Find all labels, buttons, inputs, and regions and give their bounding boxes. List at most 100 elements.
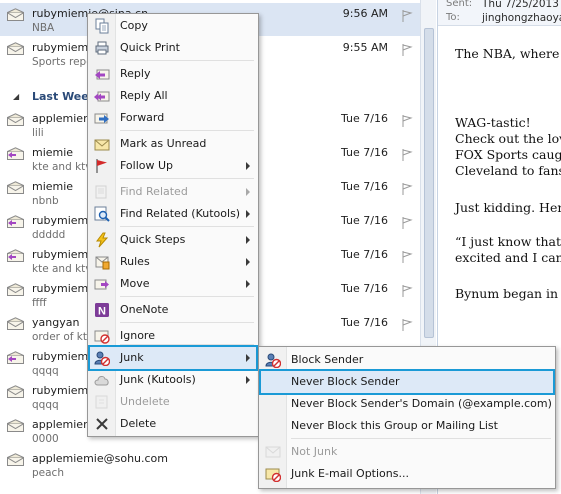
menu-item-reply-all[interactable]: Reply All [90, 85, 256, 107]
reply-envelope-icon [7, 147, 24, 160]
menu-separator [120, 322, 254, 323]
menu-item-label: Never Block Sender [291, 375, 400, 388]
flag-outline-icon[interactable] [400, 182, 414, 196]
flag-outline-icon[interactable] [400, 216, 414, 230]
flag-outline-icon[interactable] [400, 114, 414, 128]
mail-preview: ffff [32, 297, 47, 309]
menu-item-forward[interactable]: Forward [90, 107, 256, 129]
menu-item-never-block-this-group-or-mailing-list[interactable]: Never Block this Group or Mailing List [261, 415, 553, 437]
mail-preview: ddddd [32, 229, 66, 241]
message-header: Sent: Thu 7/25/2013 9:56 AM To: jinghong… [438, 0, 561, 26]
envelope-open-icon [7, 385, 24, 398]
message-body-line: Cleveland to fans i [455, 163, 561, 178]
menu-item-rules[interactable]: Rules [90, 251, 256, 273]
reply-icon [94, 66, 110, 82]
submenu-arrow-icon [246, 188, 250, 196]
menu-item-label: Ignore [120, 329, 155, 342]
submenu-arrow-icon [246, 280, 250, 288]
menu-item-never-block-sender-s-domain-example-com[interactable]: Never Block Sender's Domain (@example.co… [261, 393, 553, 415]
message-body-line: The NBA, where it [455, 46, 561, 61]
to-label: To: [446, 12, 460, 23]
context-menu: Copy Quick Print Reply Reply All Forward Mark… [87, 13, 259, 437]
svg-text:N: N [98, 306, 106, 318]
flag-outline-icon[interactable] [400, 9, 414, 23]
rules-icon [94, 254, 110, 270]
menu-item-move[interactable]: Move [90, 273, 256, 295]
find-related-icon [94, 184, 110, 200]
collapse-triangle-icon[interactable]: ◢ [13, 92, 19, 101]
menu-separator [120, 178, 254, 179]
mail-sender: yangyan [32, 316, 80, 329]
menu-item-delete[interactable]: Delete [90, 413, 256, 435]
reply-all-icon [94, 88, 110, 104]
envelope-open-icon [7, 317, 24, 330]
message-body-line: excited and I can't [455, 250, 561, 265]
mail-date: Tue 7/16 [341, 146, 388, 159]
cloud-icon [94, 372, 110, 388]
mail-date: Tue 7/16 [341, 180, 388, 193]
reply-envelope-icon [7, 351, 24, 364]
message-body-line: Bynum began in ca [455, 286, 561, 301]
mail-preview: 0000 [32, 433, 59, 445]
menu-item-label: Follow Up [120, 159, 174, 172]
menu-item-label: Junk [120, 351, 144, 364]
mail-date: Tue 7/16 [341, 316, 388, 329]
flag-outline-icon[interactable] [400, 43, 414, 57]
menu-item-onenote[interactable]: N OneNote [90, 299, 256, 321]
mail-preview: qqqq [32, 365, 59, 377]
mail-preview: nbnb [32, 195, 59, 207]
move-icon [94, 276, 110, 292]
block-sender-icon [265, 352, 282, 369]
copy-icon [94, 18, 110, 34]
submenu-arrow-icon [246, 258, 250, 266]
menu-item-quick-steps[interactable]: Quick Steps [90, 229, 256, 251]
menu-separator [120, 344, 254, 345]
mail-date: 9:55 AM [342, 41, 388, 54]
menu-item-junk[interactable]: Junk [88, 345, 258, 371]
menu-item-find-related-kutools[interactable]: Find Related (Kutools) [90, 203, 256, 225]
flag-outline-icon[interactable] [400, 250, 414, 264]
menu-separator [120, 226, 254, 227]
menu-item-label: Junk E-mail Options... [291, 467, 409, 480]
message-body-line: “I just know that th [455, 234, 561, 249]
message-body-line: WAG-tastic! [455, 115, 531, 130]
scrollbar-thumb[interactable] [424, 28, 434, 338]
menu-item-copy[interactable]: Copy [90, 15, 256, 37]
menu-separator [120, 130, 254, 131]
mail-date: Tue 7/16 [341, 112, 388, 125]
flag-outline-icon[interactable] [400, 148, 414, 162]
message-body-line: FOX Sports caugh [455, 147, 561, 162]
flag-outline-icon[interactable] [400, 318, 414, 332]
menu-item-label: Find Related [120, 185, 188, 198]
ignore-icon [94, 328, 110, 344]
menu-item-label: Reply [120, 67, 151, 80]
menu-item-label: OneNote [120, 303, 169, 316]
menu-item-quick-print[interactable]: Quick Print [90, 37, 256, 59]
menu-separator [291, 438, 551, 439]
menu-item-reply[interactable]: Reply [90, 63, 256, 85]
menu-item-label: Block Sender [291, 353, 364, 366]
menu-separator [120, 296, 254, 297]
menu-item-mark-as-unread[interactable]: Mark as Unread [90, 133, 256, 155]
mail-sender: miemie [32, 180, 74, 193]
menu-item-junk-e-mail-options[interactable]: Junk E-mail Options... [261, 463, 553, 485]
menu-item-follow-up[interactable]: Follow Up [90, 155, 256, 177]
menu-item-label: Undelete [120, 395, 170, 408]
menu-item-undelete: Undelete [90, 391, 256, 413]
menu-item-never-block-sender[interactable]: Never Block Sender [259, 369, 555, 395]
sent-label: Sent: [446, 0, 473, 9]
junk-submenu: Block Sender Never Block Sender Never Bloc… [258, 346, 556, 489]
mail-date: Tue 7/16 [341, 248, 388, 261]
mail-preview: order of ktv [32, 331, 94, 343]
junk-icon [94, 350, 111, 367]
menu-item-block-sender[interactable]: Block Sender [261, 349, 553, 371]
delete-icon [94, 416, 110, 432]
menu-item-label: Copy [120, 19, 148, 32]
flag-outline-icon[interactable] [400, 284, 414, 298]
junk-options-icon [265, 466, 282, 483]
menu-item-label: Delete [120, 417, 157, 430]
mail-preview: kte and ktv [32, 161, 92, 173]
menu-item-junk-kutools[interactable]: Junk (Kutools) [90, 369, 256, 391]
menu-item-label: Quick Print [120, 41, 180, 54]
mail-preview: kte and ktv [32, 263, 92, 275]
